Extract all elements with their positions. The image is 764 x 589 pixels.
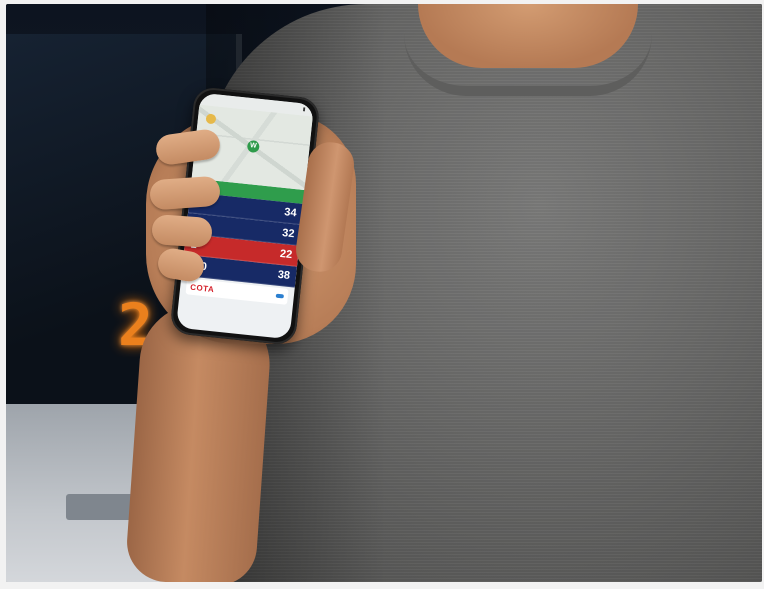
cota-logo: COTA <box>189 282 215 294</box>
finger <box>151 213 213 249</box>
route-minutes: 22 <box>279 247 293 262</box>
map-pin-icon[interactable]: W <box>246 139 260 154</box>
shirt-collar <box>404 34 652 96</box>
finger <box>149 175 221 211</box>
route-minutes: 32 <box>281 227 295 241</box>
photo-frame: 2 ▮ W 34 32 22 38 COTA <box>6 4 762 582</box>
route-minutes: 34 <box>283 206 298 220</box>
battery-icon: ▮ <box>302 106 306 113</box>
app-action-button[interactable] <box>275 293 285 299</box>
location-dot-icon <box>205 113 217 125</box>
route-minutes: 38 <box>277 268 291 282</box>
